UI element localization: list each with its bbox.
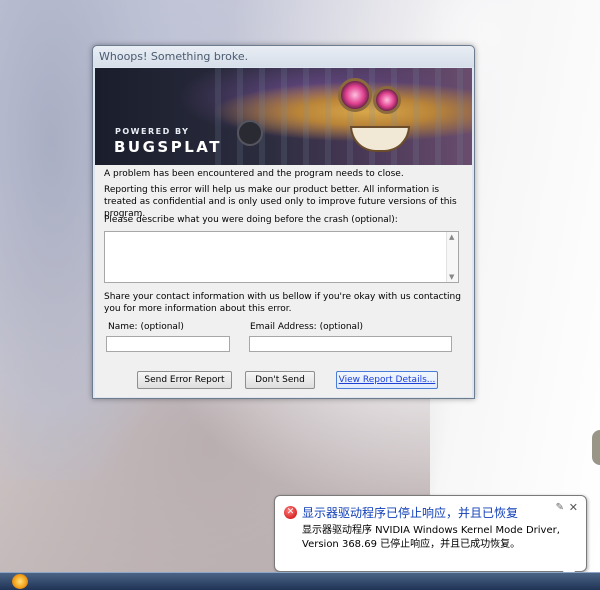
error-icon: ✕ (284, 506, 297, 519)
brand-logo-text: BUGSPLAT (114, 138, 222, 156)
start-button-icon[interactable] (12, 574, 28, 589)
name-field[interactable] (106, 336, 230, 352)
scroll-down-arrow-icon[interactable]: ▼ (449, 273, 454, 281)
describe-textarea[interactable]: ▲ ▼ (104, 231, 459, 283)
pin-icon[interactable]: ✎ (556, 502, 564, 513)
dialog-body: A problem has been encountered and the p… (95, 165, 472, 397)
name-label: Name: (optional) (108, 322, 184, 332)
notification-text: 显示器驱动程序 NVIDIA Windows Kernel Mode Drive… (302, 525, 560, 550)
dont-send-button[interactable]: Don't Send (245, 371, 315, 389)
notification-title: 显示器驱动程序已停止响应，并且已恢复 (302, 506, 519, 520)
taskbar (0, 572, 600, 590)
send-error-report-button[interactable]: Send Error Report (137, 371, 232, 389)
scroll-up-arrow-icon[interactable]: ▲ (449, 233, 454, 241)
goggle-icon (338, 78, 372, 112)
textarea-scrollbar[interactable]: ▲ ▼ (446, 232, 458, 282)
goggle-icon (373, 86, 401, 114)
email-field[interactable] (249, 336, 452, 352)
driver-notification-balloon[interactable]: ✕ 显示器驱动程序已停止响应，并且已恢复 显示器驱动程序 NVIDIA Wind… (274, 495, 587, 572)
bugsplat-banner: POWERED BY BUGSPLAT (95, 68, 472, 165)
describe-label: Please describe what you were doing befo… (104, 215, 398, 225)
problem-message: A problem has been encountered and the p… (104, 169, 404, 179)
desktop-gadget-edge[interactable] (592, 430, 600, 465)
dialog-title[interactable]: Whoops! Something broke. (93, 46, 474, 67)
view-report-details-button[interactable]: View Report Details... (336, 371, 438, 389)
contact-info-message: Share your contact information with us b… (104, 292, 461, 314)
crash-report-dialog: Whoops! Something broke. POWERED BY BUGS… (92, 45, 475, 399)
email-label: Email Address: (optional) (250, 322, 364, 332)
powered-by-label: POWERED BY (115, 127, 190, 136)
close-icon[interactable]: ✕ (569, 501, 578, 514)
skull-icon (237, 120, 263, 146)
